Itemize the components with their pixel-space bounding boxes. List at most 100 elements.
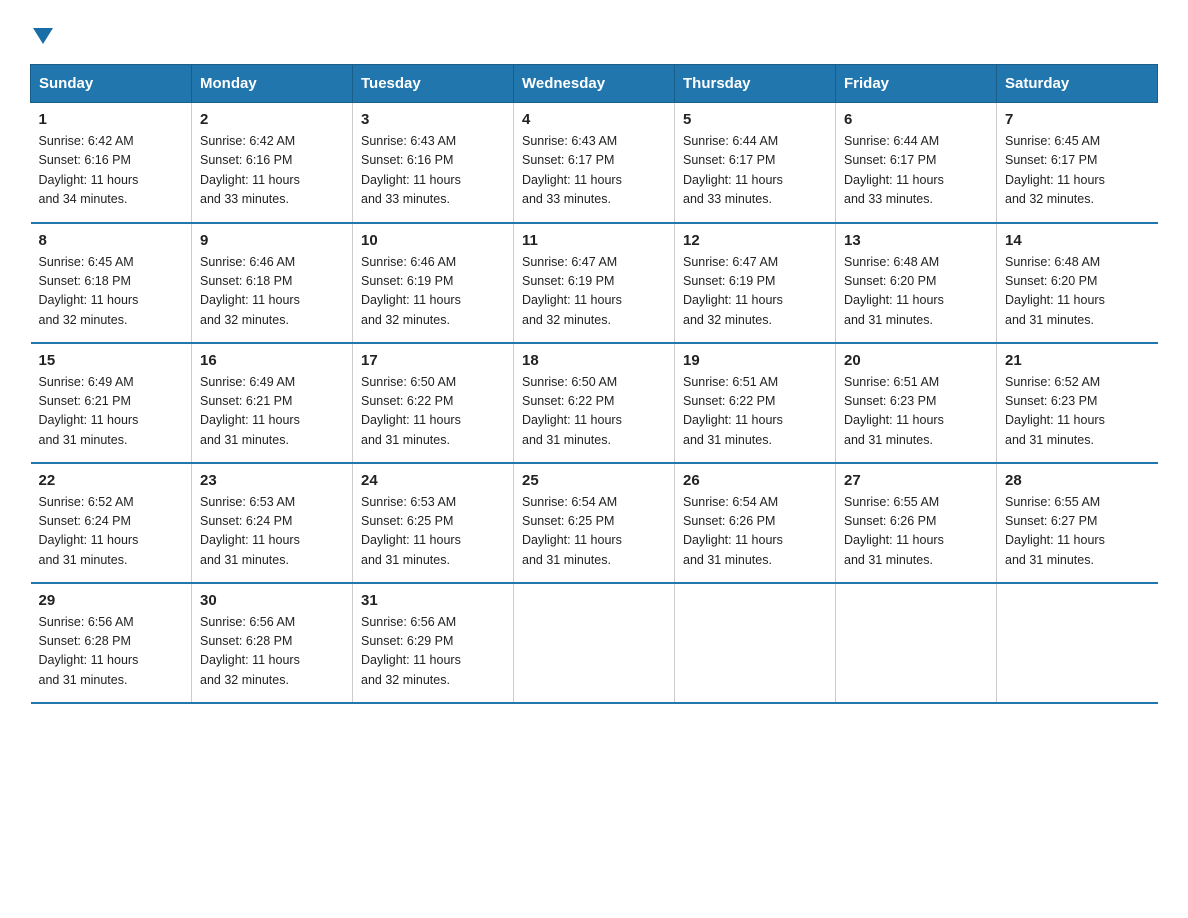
day-number: 10 <box>361 232 505 249</box>
calendar-cell: 31 Sunrise: 6:56 AM Sunset: 6:29 PM Dayl… <box>353 583 514 703</box>
calendar-cell: 14 Sunrise: 6:48 AM Sunset: 6:20 PM Dayl… <box>997 223 1158 343</box>
day-number: 27 <box>844 472 988 489</box>
day-info: Sunrise: 6:52 AM Sunset: 6:24 PM Dayligh… <box>39 493 184 571</box>
calendar-cell: 26 Sunrise: 6:54 AM Sunset: 6:26 PM Dayl… <box>675 463 836 583</box>
calendar-cell: 29 Sunrise: 6:56 AM Sunset: 6:28 PM Dayl… <box>31 583 192 703</box>
logo-triangle-icon <box>33 28 53 44</box>
weekday-header-wednesday: Wednesday <box>514 65 675 103</box>
calendar-cell: 10 Sunrise: 6:46 AM Sunset: 6:19 PM Dayl… <box>353 223 514 343</box>
calendar-cell: 21 Sunrise: 6:52 AM Sunset: 6:23 PM Dayl… <box>997 343 1158 463</box>
day-info: Sunrise: 6:46 AM Sunset: 6:19 PM Dayligh… <box>361 253 505 331</box>
day-number: 17 <box>361 352 505 369</box>
day-info: Sunrise: 6:55 AM Sunset: 6:26 PM Dayligh… <box>844 493 988 571</box>
day-info: Sunrise: 6:53 AM Sunset: 6:24 PM Dayligh… <box>200 493 344 571</box>
calendar-cell: 17 Sunrise: 6:50 AM Sunset: 6:22 PM Dayl… <box>353 343 514 463</box>
day-info: Sunrise: 6:42 AM Sunset: 6:16 PM Dayligh… <box>39 132 184 210</box>
day-number: 11 <box>522 232 666 249</box>
calendar-cell <box>514 583 675 703</box>
day-number: 19 <box>683 352 827 369</box>
day-info: Sunrise: 6:50 AM Sunset: 6:22 PM Dayligh… <box>361 373 505 451</box>
calendar-cell: 5 Sunrise: 6:44 AM Sunset: 6:17 PM Dayli… <box>675 103 836 223</box>
day-number: 18 <box>522 352 666 369</box>
weekday-header-thursday: Thursday <box>675 65 836 103</box>
day-info: Sunrise: 6:48 AM Sunset: 6:20 PM Dayligh… <box>844 253 988 331</box>
day-info: Sunrise: 6:56 AM Sunset: 6:29 PM Dayligh… <box>361 613 505 691</box>
day-number: 7 <box>1005 111 1150 128</box>
day-info: Sunrise: 6:54 AM Sunset: 6:25 PM Dayligh… <box>522 493 666 571</box>
day-number: 29 <box>39 592 184 609</box>
day-info: Sunrise: 6:52 AM Sunset: 6:23 PM Dayligh… <box>1005 373 1150 451</box>
calendar-cell: 13 Sunrise: 6:48 AM Sunset: 6:20 PM Dayl… <box>836 223 997 343</box>
day-number: 8 <box>39 232 184 249</box>
calendar-cell: 27 Sunrise: 6:55 AM Sunset: 6:26 PM Dayl… <box>836 463 997 583</box>
calendar-cell: 20 Sunrise: 6:51 AM Sunset: 6:23 PM Dayl… <box>836 343 997 463</box>
day-number: 2 <box>200 111 344 128</box>
calendar-cell: 19 Sunrise: 6:51 AM Sunset: 6:22 PM Dayl… <box>675 343 836 463</box>
calendar-week-row: 22 Sunrise: 6:52 AM Sunset: 6:24 PM Dayl… <box>31 463 1158 583</box>
calendar-table: SundayMondayTuesdayWednesdayThursdayFrid… <box>30 64 1158 704</box>
calendar-cell: 28 Sunrise: 6:55 AM Sunset: 6:27 PM Dayl… <box>997 463 1158 583</box>
weekday-header-friday: Friday <box>836 65 997 103</box>
calendar-cell: 9 Sunrise: 6:46 AM Sunset: 6:18 PM Dayli… <box>192 223 353 343</box>
day-number: 3 <box>361 111 505 128</box>
day-number: 28 <box>1005 472 1150 489</box>
day-number: 14 <box>1005 232 1150 249</box>
calendar-cell: 4 Sunrise: 6:43 AM Sunset: 6:17 PM Dayli… <box>514 103 675 223</box>
weekday-header-row: SundayMondayTuesdayWednesdayThursdayFrid… <box>31 65 1158 103</box>
day-info: Sunrise: 6:49 AM Sunset: 6:21 PM Dayligh… <box>200 373 344 451</box>
day-number: 26 <box>683 472 827 489</box>
day-info: Sunrise: 6:42 AM Sunset: 6:16 PM Dayligh… <box>200 132 344 210</box>
day-number: 31 <box>361 592 505 609</box>
day-info: Sunrise: 6:49 AM Sunset: 6:21 PM Dayligh… <box>39 373 184 451</box>
day-info: Sunrise: 6:51 AM Sunset: 6:22 PM Dayligh… <box>683 373 827 451</box>
day-info: Sunrise: 6:53 AM Sunset: 6:25 PM Dayligh… <box>361 493 505 571</box>
calendar-cell: 23 Sunrise: 6:53 AM Sunset: 6:24 PM Dayl… <box>192 463 353 583</box>
weekday-header-saturday: Saturday <box>997 65 1158 103</box>
calendar-cell: 11 Sunrise: 6:47 AM Sunset: 6:19 PM Dayl… <box>514 223 675 343</box>
calendar-cell: 18 Sunrise: 6:50 AM Sunset: 6:22 PM Dayl… <box>514 343 675 463</box>
day-info: Sunrise: 6:51 AM Sunset: 6:23 PM Dayligh… <box>844 373 988 451</box>
day-number: 22 <box>39 472 184 489</box>
day-info: Sunrise: 6:46 AM Sunset: 6:18 PM Dayligh… <box>200 253 344 331</box>
calendar-week-row: 8 Sunrise: 6:45 AM Sunset: 6:18 PM Dayli… <box>31 223 1158 343</box>
day-info: Sunrise: 6:56 AM Sunset: 6:28 PM Dayligh… <box>39 613 184 691</box>
day-info: Sunrise: 6:56 AM Sunset: 6:28 PM Dayligh… <box>200 613 344 691</box>
day-number: 30 <box>200 592 344 609</box>
calendar-cell <box>836 583 997 703</box>
day-info: Sunrise: 6:47 AM Sunset: 6:19 PM Dayligh… <box>522 253 666 331</box>
day-info: Sunrise: 6:44 AM Sunset: 6:17 PM Dayligh… <box>683 132 827 210</box>
day-number: 12 <box>683 232 827 249</box>
calendar-cell: 1 Sunrise: 6:42 AM Sunset: 6:16 PM Dayli… <box>31 103 192 223</box>
calendar-cell <box>997 583 1158 703</box>
day-info: Sunrise: 6:43 AM Sunset: 6:17 PM Dayligh… <box>522 132 666 210</box>
calendar-cell: 12 Sunrise: 6:47 AM Sunset: 6:19 PM Dayl… <box>675 223 836 343</box>
day-number: 23 <box>200 472 344 489</box>
day-number: 5 <box>683 111 827 128</box>
day-number: 16 <box>200 352 344 369</box>
day-number: 15 <box>39 352 184 369</box>
calendar-cell: 2 Sunrise: 6:42 AM Sunset: 6:16 PM Dayli… <box>192 103 353 223</box>
day-number: 25 <box>522 472 666 489</box>
day-info: Sunrise: 6:45 AM Sunset: 6:18 PM Dayligh… <box>39 253 184 331</box>
calendar-week-row: 15 Sunrise: 6:49 AM Sunset: 6:21 PM Dayl… <box>31 343 1158 463</box>
calendar-cell: 3 Sunrise: 6:43 AM Sunset: 6:16 PM Dayli… <box>353 103 514 223</box>
day-number: 13 <box>844 232 988 249</box>
day-info: Sunrise: 6:44 AM Sunset: 6:17 PM Dayligh… <box>844 132 988 210</box>
day-info: Sunrise: 6:48 AM Sunset: 6:20 PM Dayligh… <box>1005 253 1150 331</box>
calendar-cell: 16 Sunrise: 6:49 AM Sunset: 6:21 PM Dayl… <box>192 343 353 463</box>
day-info: Sunrise: 6:43 AM Sunset: 6:16 PM Dayligh… <box>361 132 505 210</box>
day-number: 24 <box>361 472 505 489</box>
calendar-week-row: 29 Sunrise: 6:56 AM Sunset: 6:28 PM Dayl… <box>31 583 1158 703</box>
logo <box>30 20 56 44</box>
day-info: Sunrise: 6:45 AM Sunset: 6:17 PM Dayligh… <box>1005 132 1150 210</box>
calendar-cell: 25 Sunrise: 6:54 AM Sunset: 6:25 PM Dayl… <box>514 463 675 583</box>
day-number: 9 <box>200 232 344 249</box>
calendar-cell: 6 Sunrise: 6:44 AM Sunset: 6:17 PM Dayli… <box>836 103 997 223</box>
calendar-cell: 24 Sunrise: 6:53 AM Sunset: 6:25 PM Dayl… <box>353 463 514 583</box>
day-info: Sunrise: 6:55 AM Sunset: 6:27 PM Dayligh… <box>1005 493 1150 571</box>
calendar-cell: 7 Sunrise: 6:45 AM Sunset: 6:17 PM Dayli… <box>997 103 1158 223</box>
calendar-week-row: 1 Sunrise: 6:42 AM Sunset: 6:16 PM Dayli… <box>31 103 1158 223</box>
day-number: 4 <box>522 111 666 128</box>
calendar-cell <box>675 583 836 703</box>
calendar-cell: 22 Sunrise: 6:52 AM Sunset: 6:24 PM Dayl… <box>31 463 192 583</box>
